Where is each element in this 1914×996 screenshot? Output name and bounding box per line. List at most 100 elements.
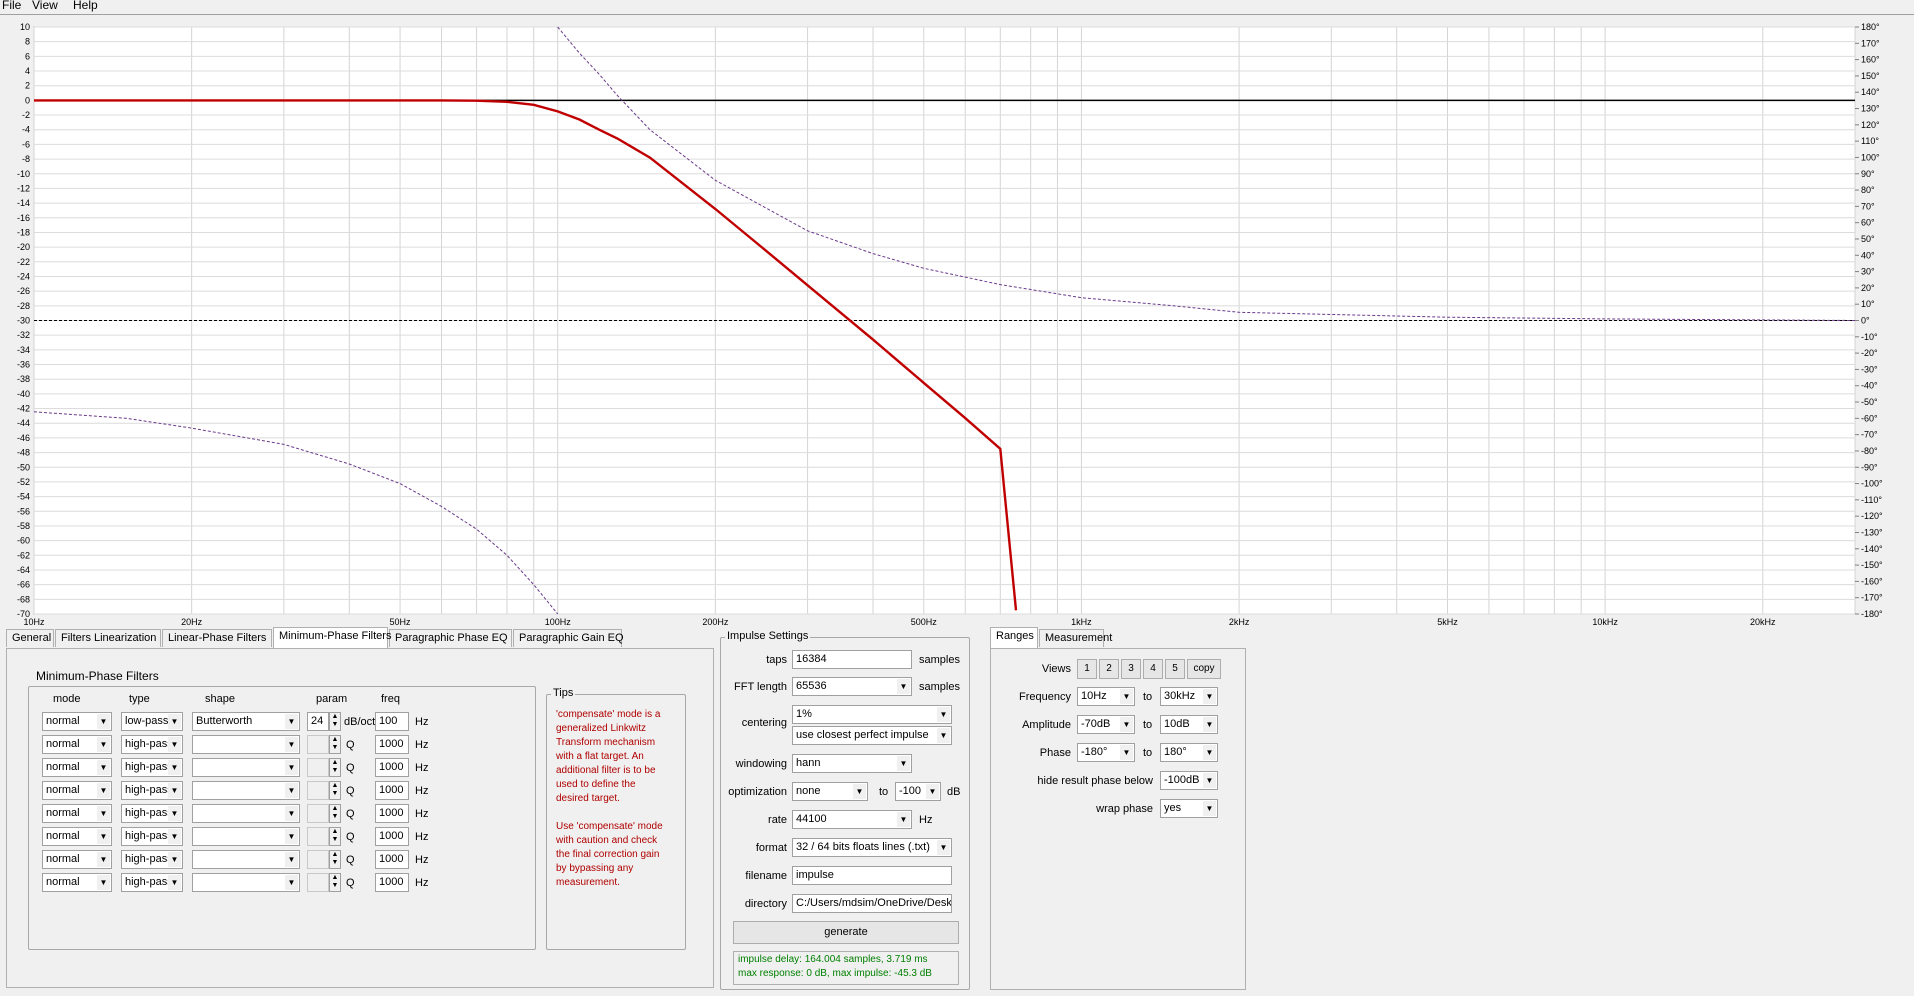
param-spinner[interactable]: ▲ ▼ <box>329 758 341 777</box>
freq-field[interactable]: 1000 <box>375 735 409 754</box>
phase-from-select[interactable]: -180° ▼ <box>1077 743 1135 762</box>
menu-view[interactable]: View <box>32 0 58 12</box>
type-select[interactable]: low-pass ▼ <box>121 712 183 731</box>
tab-general[interactable]: General <box>6 629 54 647</box>
tab-filters-linearization[interactable]: Filters Linearization <box>55 629 161 647</box>
freq-field[interactable]: 1000 <box>375 850 409 869</box>
type-select[interactable]: high-pass ▼ <box>121 827 183 846</box>
view-button-2[interactable]: 2 <box>1099 659 1119 679</box>
amplitude-to-select[interactable]: 10dB ▼ <box>1160 715 1218 734</box>
chevron-down-icon: ▼ <box>168 714 181 729</box>
mode-select[interactable]: normal ▼ <box>42 804 112 823</box>
optimization-db-select[interactable]: -100 ▼ <box>895 782 941 801</box>
chevron-down-icon: ▼ <box>937 707 950 722</box>
type-select[interactable]: high-pass ▼ <box>121 758 183 777</box>
frequency-to-select[interactable]: 30kHz ▼ <box>1160 687 1218 706</box>
y-tick-label: -36 <box>17 360 30 370</box>
view-button-1[interactable]: 1 <box>1077 659 1097 679</box>
shape-select[interactable]: ▼ <box>192 758 300 777</box>
type-select[interactable]: high-pass ▼ <box>121 873 183 892</box>
tab-paragraphic-phase-eq[interactable]: Paragraphic Phase EQ <box>389 629 512 647</box>
tab-ranges[interactable]: Ranges <box>990 627 1038 648</box>
filename-field[interactable]: impulse <box>792 866 952 885</box>
param-field[interactable] <box>307 781 329 800</box>
shape-select[interactable]: ▼ <box>192 827 300 846</box>
impulse-group: Impulse Settings taps 16384 samples FFT … <box>720 630 970 990</box>
chevron-down-icon: ▼ <box>97 714 110 729</box>
freq-field[interactable]: 100 <box>375 712 409 731</box>
frequency-label: Frequency <box>1019 691 1071 703</box>
param-spinner[interactable]: ▲ ▼ <box>329 804 341 823</box>
amplitude-to-label: to <box>1143 719 1153 731</box>
freq-field[interactable]: 1000 <box>375 804 409 823</box>
frequency-from-select[interactable]: 10Hz ▼ <box>1077 687 1135 706</box>
tab-paragraphic-gain-eq[interactable]: Paragraphic Gain EQ <box>513 629 624 647</box>
tab-linear-phase-filters[interactable]: Linear-Phase Filters <box>162 629 272 647</box>
param-field[interactable] <box>307 827 329 846</box>
type-select[interactable]: high-pass ▼ <box>121 804 183 823</box>
mode-select[interactable]: normal ▼ <box>42 758 112 777</box>
param-spinner[interactable]: ▲ ▼ <box>329 827 341 846</box>
freq-field[interactable]: 1000 <box>375 781 409 800</box>
param-field[interactable] <box>307 758 329 777</box>
optimization-value: none <box>796 785 821 797</box>
type-select[interactable]: high-pass ▼ <box>121 735 183 754</box>
param-field[interactable] <box>307 873 329 892</box>
format-select[interactable]: 32 / 64 bits floats lines (.txt) ▼ <box>792 838 952 857</box>
generate-button[interactable]: generate <box>733 921 959 944</box>
response-chart[interactable]: -70 -68 -66 -64 -62 -60 -58 -56 -54 -52 -50 -48 -46-… <box>0 14 1914 627</box>
menu-file[interactable]: File <box>2 0 21 12</box>
wrap-phase-select[interactable]: yes ▼ <box>1160 799 1218 818</box>
shape-select[interactable]: ▼ <box>192 873 300 892</box>
y-tick-label: -66 <box>17 580 30 590</box>
freq-field[interactable]: 1000 <box>375 827 409 846</box>
fft-length-select[interactable]: 65536 ▼ <box>792 677 912 696</box>
tab-measurement[interactable]: Measurement <box>1039 629 1112 647</box>
param-spinner[interactable]: ▲ ▼ <box>329 781 341 800</box>
taps-field[interactable]: 16384 <box>792 650 912 669</box>
param-field[interactable]: 24 <box>307 712 329 731</box>
windowing-select[interactable]: hann ▼ <box>792 754 912 773</box>
centering-select[interactable]: 1% ▼ <box>792 705 952 724</box>
param-field[interactable] <box>307 804 329 823</box>
hide-phase-select[interactable]: -100dB ▼ <box>1160 771 1218 790</box>
mode-select[interactable]: normal ▼ <box>42 712 112 731</box>
freq-field[interactable]: 1000 <box>375 873 409 892</box>
shape-select[interactable]: Butterworth ▼ <box>192 712 300 731</box>
spin-up-icon: ▲ <box>331 851 339 858</box>
directory-field[interactable]: C:/Users/mdsim/OneDrive/Deskto <box>792 894 952 913</box>
shape-select[interactable]: ▼ <box>192 804 300 823</box>
menu-help[interactable]: Help <box>73 0 98 12</box>
param-spinner[interactable]: ▲ ▼ <box>329 712 341 731</box>
y2-tick-label: -120° <box>1861 511 1883 521</box>
centering-mode-select[interactable]: use closest perfect impulse ▼ <box>792 726 952 745</box>
mode-select[interactable]: normal ▼ <box>42 827 112 846</box>
view-button-5[interactable]: 5 <box>1165 659 1185 679</box>
mode-select[interactable]: normal ▼ <box>42 781 112 800</box>
mode-select[interactable]: normal ▼ <box>42 850 112 869</box>
copy-view-button[interactable]: copy <box>1187 659 1221 679</box>
optimization-select[interactable]: none ▼ <box>792 782 868 801</box>
view-button-3[interactable]: 3 <box>1121 659 1141 679</box>
mode-select[interactable]: normal ▼ <box>42 873 112 892</box>
chevron-down-icon: ▼ <box>97 760 110 775</box>
param-spinner[interactable]: ▲ ▼ <box>329 850 341 869</box>
x-tick-label: 1kHz <box>1071 617 1092 627</box>
mode-select[interactable]: normal ▼ <box>42 735 112 754</box>
type-select[interactable]: high-pass ▼ <box>121 850 183 869</box>
mode-value: normal <box>46 784 80 796</box>
freq-field[interactable]: 1000 <box>375 758 409 777</box>
shape-select[interactable]: ▼ <box>192 781 300 800</box>
param-field[interactable] <box>307 735 329 754</box>
shape-select[interactable]: ▼ <box>192 735 300 754</box>
param-field[interactable] <box>307 850 329 869</box>
rate-select[interactable]: 44100 ▼ <box>792 810 912 829</box>
param-spinner[interactable]: ▲ ▼ <box>329 735 341 754</box>
view-button-4[interactable]: 4 <box>1143 659 1163 679</box>
tab-minimum-phase-filters[interactable]: Minimum-Phase Filters <box>273 627 391 648</box>
amplitude-from-select[interactable]: -70dB ▼ <box>1077 715 1135 734</box>
param-spinner[interactable]: ▲ ▼ <box>329 873 341 892</box>
type-select[interactable]: high-pass ▼ <box>121 781 183 800</box>
phase-to-select[interactable]: 180° ▼ <box>1160 743 1218 762</box>
shape-select[interactable]: ▼ <box>192 850 300 869</box>
